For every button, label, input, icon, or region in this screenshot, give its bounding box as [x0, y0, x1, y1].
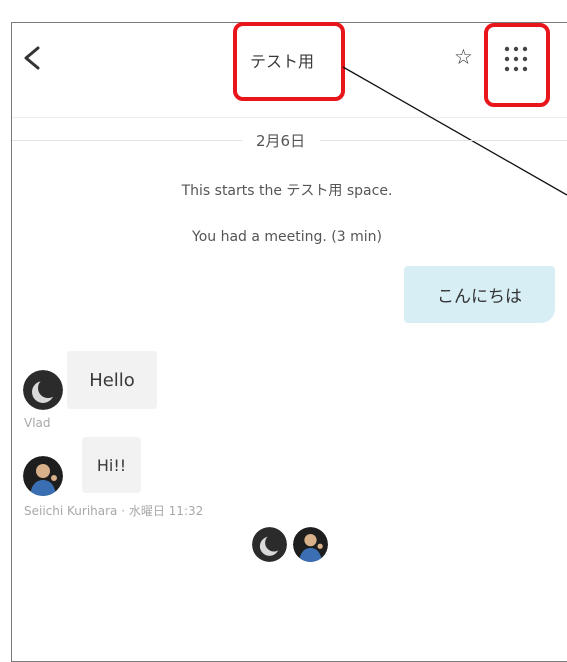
avatar-moon-image	[252, 527, 287, 562]
incoming-message[interactable]: Hi!!	[82, 437, 141, 493]
avatar-moon-image	[23, 370, 63, 410]
space-start-notice: This starts the テスト用 space.	[181, 183, 393, 199]
sender-name-timestamp: Seiichi Kurihara · 水曜日 11:32	[24, 504, 204, 518]
read-receipt-avatar-seiichi	[293, 527, 328, 562]
title-highlight-box	[233, 22, 345, 101]
date-divider-right	[320, 140, 567, 141]
avatar-seiichi[interactable]	[23, 456, 63, 496]
incoming-message[interactable]: Hello	[67, 351, 157, 409]
star-icon[interactable]: ☆	[454, 45, 473, 69]
chat-window	[11, 22, 567, 662]
date-divider-left	[12, 140, 242, 141]
avatar-person-image	[293, 527, 328, 562]
sender-name: Vlad	[24, 416, 51, 430]
apps-highlight-box	[484, 23, 550, 107]
avatar-person-image	[23, 456, 63, 496]
back-button[interactable]	[18, 40, 48, 76]
read-receipt-avatar-vlad	[252, 527, 287, 562]
header-divider	[12, 117, 567, 118]
date-separator: 2月6日	[256, 132, 306, 150]
avatar-vlad[interactable]	[23, 370, 63, 410]
chevron-left-icon	[24, 46, 40, 70]
outgoing-message[interactable]: こんにちは	[404, 266, 555, 323]
meeting-notice: You had a meeting. (3 min)	[192, 229, 382, 245]
